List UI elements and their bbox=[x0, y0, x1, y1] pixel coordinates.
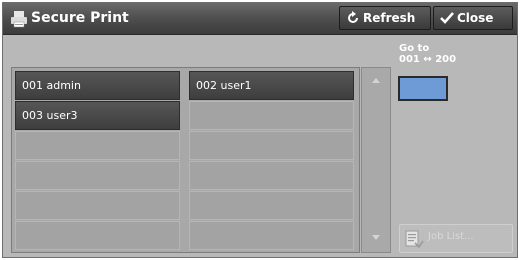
job-list-button[interactable]: Job List... bbox=[399, 224, 513, 253]
empty-slot bbox=[189, 131, 354, 160]
empty-slot bbox=[189, 191, 354, 220]
refresh-label: Refresh bbox=[363, 11, 416, 25]
empty-slot bbox=[15, 131, 180, 160]
goto-input[interactable] bbox=[398, 76, 448, 101]
user-item-001[interactable]: 001 admin bbox=[15, 71, 180, 100]
secure-print-window: Secure Print Refresh Close 001 admin 002… bbox=[2, 2, 518, 258]
title-bar: Secure Print Refresh Close bbox=[3, 3, 517, 35]
arrow-down-icon bbox=[372, 235, 380, 240]
goto-range: 001 ↔ 200 bbox=[399, 54, 457, 65]
job-list-label: Job List... bbox=[428, 231, 474, 242]
refresh-button[interactable]: Refresh bbox=[339, 6, 431, 30]
empty-slot bbox=[189, 101, 354, 130]
scroll-down-button[interactable] bbox=[362, 226, 390, 250]
goto-label: Go to 001 ↔ 200 bbox=[399, 43, 456, 65]
goto-title: Go to bbox=[399, 43, 430, 54]
job-list-icon bbox=[405, 230, 424, 249]
empty-slot bbox=[189, 221, 354, 250]
list-scrollbar[interactable] bbox=[361, 67, 391, 253]
user-list: 001 admin 002 user1 003 user3 bbox=[11, 67, 360, 253]
close-button[interactable]: Close bbox=[433, 6, 513, 30]
close-label: Close bbox=[457, 11, 494, 25]
refresh-icon bbox=[348, 11, 358, 23]
empty-slot bbox=[15, 221, 180, 250]
checkmark-icon bbox=[440, 12, 454, 24]
page-title: Secure Print bbox=[31, 10, 129, 26]
empty-slot bbox=[15, 161, 180, 190]
scroll-up-button[interactable] bbox=[362, 70, 390, 94]
printer-icon bbox=[11, 11, 27, 28]
empty-slot bbox=[189, 161, 354, 190]
empty-slot bbox=[15, 191, 180, 220]
user-item-002[interactable]: 002 user1 bbox=[189, 71, 354, 100]
arrow-up-icon bbox=[372, 78, 380, 83]
user-item-003[interactable]: 003 user3 bbox=[15, 101, 180, 130]
